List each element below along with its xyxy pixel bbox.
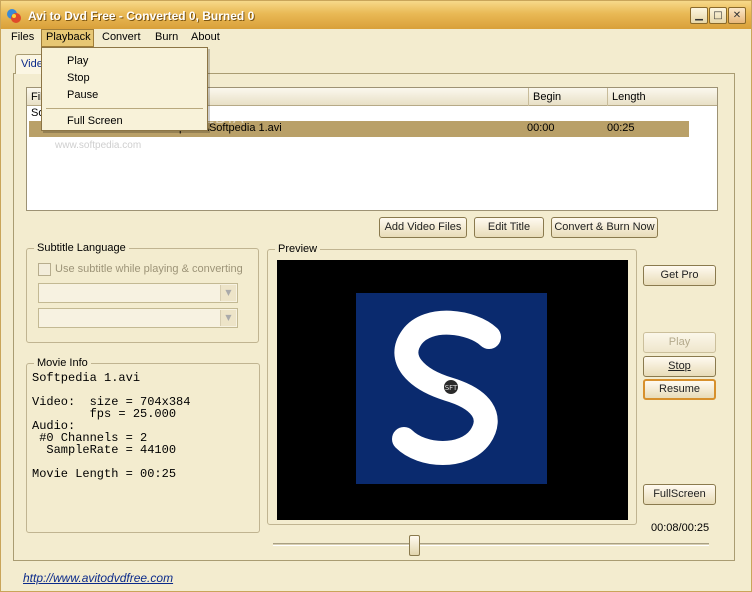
- preview-group: Preview SFT: [267, 243, 637, 525]
- menu-item-stop[interactable]: Stop: [67, 72, 90, 84]
- use-subtitle-label: Use subtitle while playing & converting: [55, 263, 243, 275]
- stop-button-label: Stop: [668, 360, 691, 372]
- column-length[interactable]: Length: [608, 88, 716, 106]
- column-begin[interactable]: Begin: [529, 88, 608, 106]
- convert-burn-button[interactable]: Convert & Burn Now: [551, 217, 658, 238]
- maximize-button[interactable]: □: [709, 7, 727, 24]
- edit-title-button[interactable]: Edit Title: [474, 217, 544, 238]
- minimize-button[interactable]: ▁: [690, 7, 708, 24]
- app-logo-icon: [7, 9, 21, 23]
- add-video-files-button[interactable]: Add Video Files: [379, 217, 467, 238]
- playback-menu: Play Stop Pause Full Screen: [41, 47, 208, 131]
- chevron-down-icon[interactable]: ▼: [220, 310, 236, 326]
- menu-playback[interactable]: Playback: [41, 29, 94, 47]
- subtitle-language-group: Subtitle Language Use subtitle while pla…: [26, 242, 259, 343]
- app-window: Avi to Dvd Free - Converted 0, Burned 0 …: [0, 0, 752, 592]
- seek-slider-thumb[interactable]: [409, 535, 420, 556]
- resume-button[interactable]: Resume: [643, 379, 716, 400]
- preview-legend: Preview: [275, 243, 321, 255]
- video-preview[interactable]: SFT: [277, 260, 628, 520]
- movie-info-group: Movie Info Softpedia 1.avi Video: size =…: [26, 357, 260, 533]
- use-subtitle-checkbox[interactable]: [38, 263, 51, 276]
- menu-files[interactable]: Files: [7, 29, 38, 47]
- menu-about[interactable]: About: [187, 29, 224, 47]
- movie-info-legend: Movie Info: [34, 357, 91, 369]
- seek-slider-track[interactable]: [273, 543, 709, 546]
- subtitle-language-select[interactable]: ▼: [38, 283, 238, 303]
- get-pro-button[interactable]: Get Pro: [643, 265, 716, 286]
- overlay-text: SFT: [445, 384, 458, 392]
- title-bar[interactable]: Avi to Dvd Free - Converted 0, Burned 0 …: [1, 1, 751, 30]
- fullscreen-button[interactable]: FullScreen: [643, 484, 716, 505]
- cell-begin: 00:00: [527, 122, 555, 134]
- cell-length: 00:25: [607, 122, 635, 134]
- stop-button[interactable]: Stop: [643, 356, 716, 377]
- window-title: Avi to Dvd Free - Converted 0, Burned 0: [28, 9, 255, 23]
- menu-convert[interactable]: Convert: [98, 29, 145, 47]
- movie-info-text: Softpedia 1.avi Video: size = 704x384 fp…: [32, 371, 191, 481]
- play-button[interactable]: Play: [643, 332, 716, 353]
- website-link[interactable]: http://www.avitodvdfree.com: [23, 571, 173, 585]
- chevron-down-icon[interactable]: ▼: [220, 285, 236, 301]
- menu-separator: [46, 108, 203, 109]
- subtitle-legend: Subtitle Language: [34, 242, 129, 254]
- video-frame-image: SFT: [356, 293, 547, 484]
- watermark-text: www.softpedia.com: [55, 140, 142, 151]
- close-button[interactable]: ✕: [728, 7, 746, 24]
- menu-burn[interactable]: Burn: [151, 29, 182, 47]
- subtitle-file-select[interactable]: ▼: [38, 308, 238, 328]
- menu-item-full-screen[interactable]: Full Screen: [67, 115, 123, 127]
- menu-item-pause[interactable]: Pause: [67, 89, 98, 101]
- menu-item-play[interactable]: Play: [67, 55, 88, 67]
- playback-time: 00:08/00:25: [651, 522, 710, 534]
- menu-bar: Files Playback Convert Burn About: [1, 29, 751, 47]
